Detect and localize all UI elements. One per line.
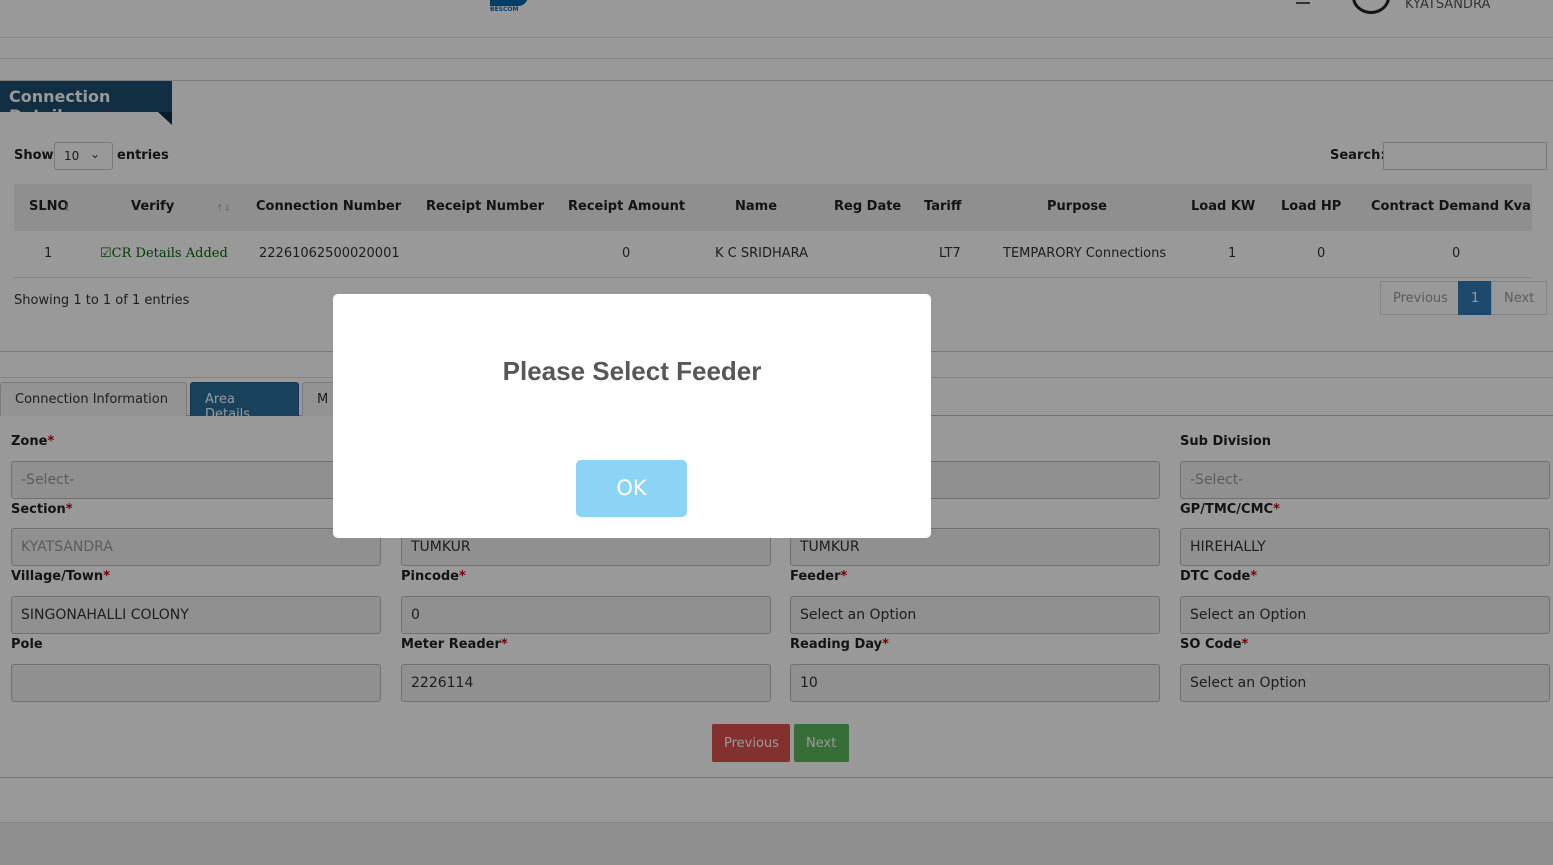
ok-button[interactable]: OK — [576, 460, 687, 517]
alert-dialog: Please Select Feeder OK — [333, 294, 931, 538]
alert-title: Please Select Feeder — [502, 356, 762, 386]
